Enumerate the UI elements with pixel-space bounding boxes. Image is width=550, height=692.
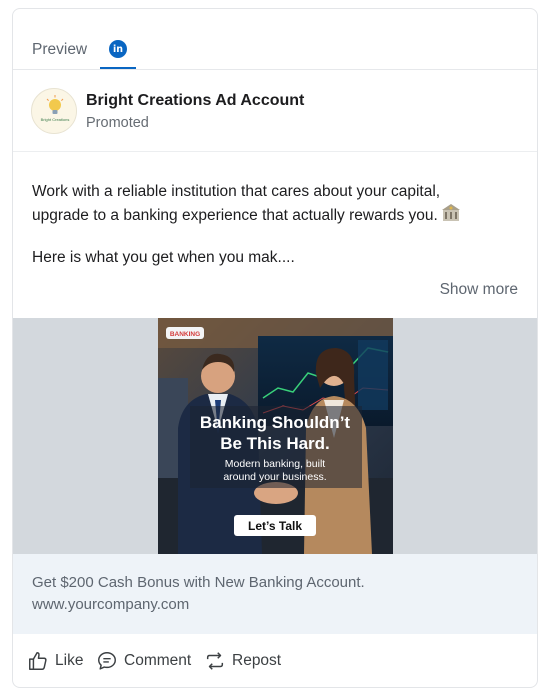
repost-icon [206, 652, 224, 670]
comment-button[interactable]: Comment [96, 650, 191, 672]
thumbs-up-icon [29, 652, 47, 670]
comment-label: Comment [124, 652, 192, 669]
post-line-2: upgrade to a banking experience that act… [32, 203, 461, 230]
social-actions-bar: Like Comment Repost [13, 634, 537, 687]
post-line-1: Work with a reliable institution that ca… [32, 183, 441, 200]
tab-linkedin[interactable]: in [100, 38, 136, 69]
show-more-link[interactable]: Show more [440, 281, 518, 299]
linkedin-icon: in [109, 40, 127, 58]
link-card-title: Get $200 Cash Bonus with New Banking Acc… [32, 574, 365, 591]
ad-creative-image[interactable]: BANKING Banking Shouldn’t Be This Hard. … [158, 318, 393, 554]
logo-text: Bright Creations [41, 117, 70, 122]
post-line-2-text: upgrade to a banking experience that act… [32, 207, 438, 224]
post-header: Bright Creations Bright Creations Ad Acc… [13, 70, 537, 152]
creative-headline-1: Banking Shouldn’t [200, 413, 350, 432]
creative-cta-button: Let’s Talk [248, 519, 302, 533]
preview-tabs: Preview in [13, 9, 537, 70]
post-line-3: Here is what you get when you mak.... [32, 249, 295, 266]
repost-label: Repost [232, 652, 282, 669]
repost-button[interactable]: Repost [204, 650, 281, 672]
creative-sub-1: Modern banking, built [225, 458, 325, 470]
creative-tag: BANKING [170, 331, 200, 338]
bank-emoji-icon [441, 203, 461, 230]
creative-artwork: BANKING Banking Shouldn’t Be This Hard. … [158, 318, 393, 554]
creative-media-area: BANKING Banking Shouldn’t Be This Hard. … [13, 318, 537, 554]
link-card-url: www.yourcompany.com [32, 596, 190, 613]
ad-preview-card: Preview in Bright Creations Bright Creat… [12, 8, 538, 688]
creative-sub-2: around your business. [223, 471, 326, 483]
comment-icon [98, 652, 116, 670]
avatar[interactable]: Bright Creations [31, 88, 77, 134]
like-button[interactable]: Like [27, 650, 83, 672]
like-label: Like [55, 652, 84, 669]
promoted-label: Promoted [86, 115, 149, 131]
account-name[interactable]: Bright Creations Ad Account [86, 92, 304, 110]
creative-headline-2: Be This Hard. [220, 434, 330, 453]
tab-preview[interactable]: Preview [32, 41, 87, 59]
lightbulb-logo-icon: Bright Creations [32, 89, 76, 133]
link-card[interactable]: Get $200 Cash Bonus with New Banking Acc… [13, 554, 537, 634]
